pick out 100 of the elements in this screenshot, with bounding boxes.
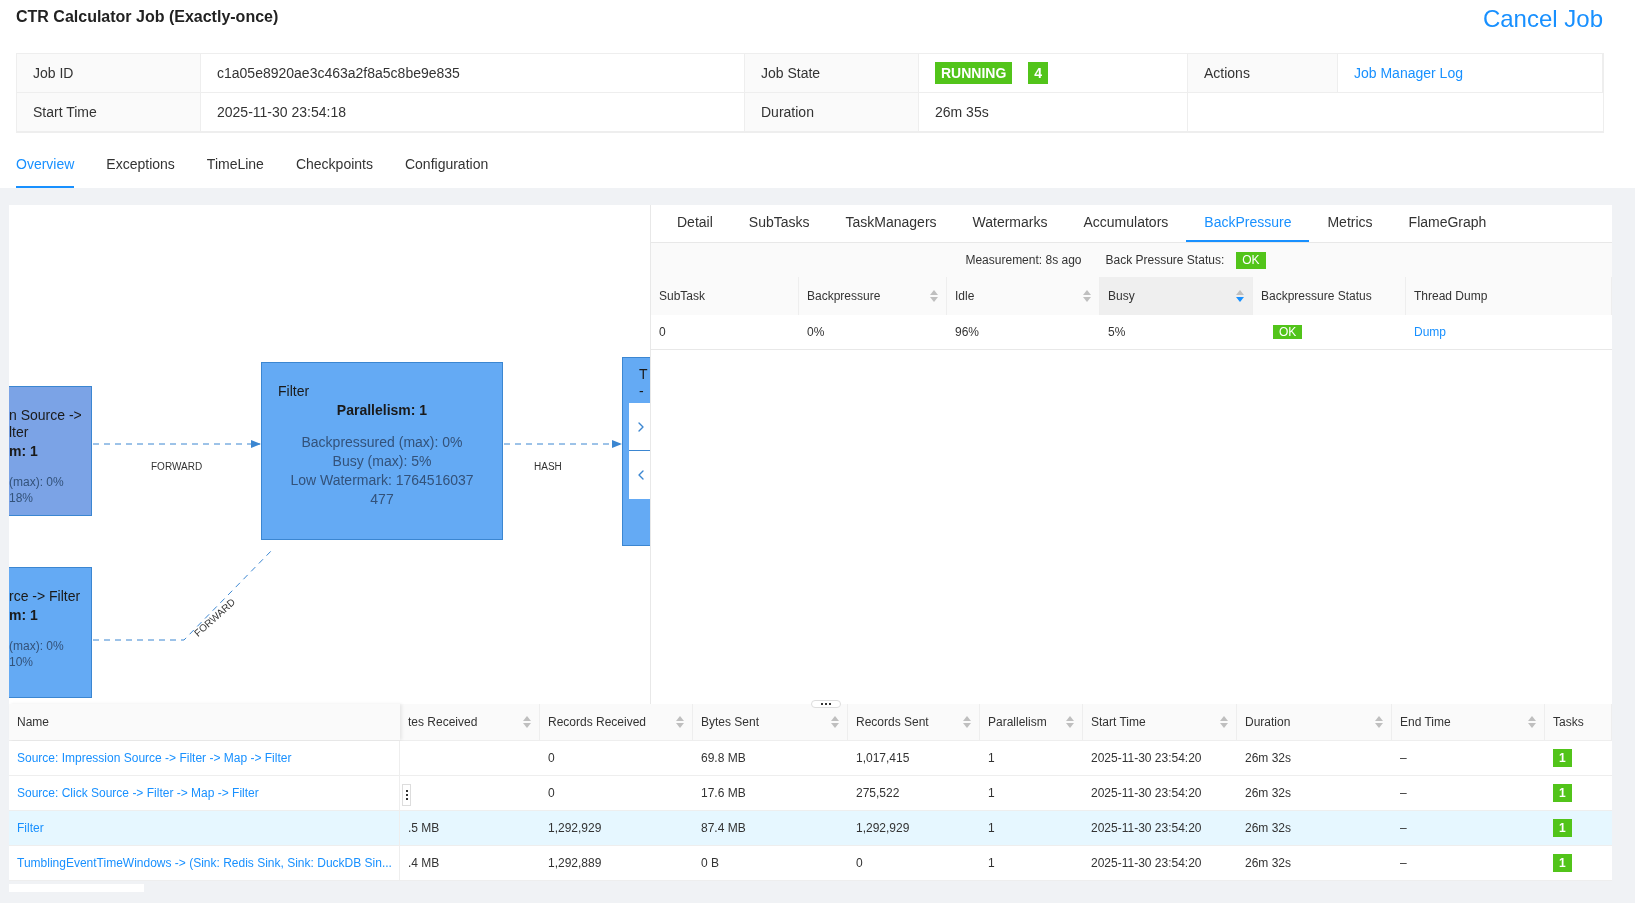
job-tab[interactable]: Checkpoints <box>295 154 373 188</box>
table-cell-text: 275,522 <box>856 785 900 802</box>
task-count-tag: 1 <box>1553 819 1572 837</box>
table-cell-text: 0 <box>548 785 555 802</box>
job-tab[interactable]: TimeLine <box>206 154 264 188</box>
column-header[interactable]: End Time <box>1392 704 1545 740</box>
table-cell-text: 1 <box>988 750 995 767</box>
node-title: T <box>639 366 649 383</box>
table-cell-text: 1,292,889 <box>548 855 602 872</box>
table-cell: 0 <box>659 325 666 339</box>
table-cell: 96% <box>955 325 980 339</box>
info-value: 26m 35s <box>935 102 989 122</box>
info-label: Job ID <box>33 63 74 83</box>
sort-icon[interactable] <box>930 290 938 302</box>
task-count-tag: 4 <box>1028 62 1049 84</box>
node-title: rce -> Filter <box>9 588 82 605</box>
table-cell-text: 0 B <box>701 855 719 872</box>
table-cell-text: 1 <box>988 855 995 872</box>
table-cell: 5% <box>1108 325 1126 339</box>
job-tab[interactable]: Exceptions <box>106 154 175 188</box>
table-cell-text: 1 <box>988 785 995 802</box>
node-metric: (max): 0% <box>9 474 65 490</box>
info-value: c1a05e8920ae3c463a2f8a5c8be9e835 <box>217 63 460 83</box>
sort-icon[interactable] <box>1083 290 1091 302</box>
job-title: CTR Calculator Job (Exactly-once) <box>16 7 279 27</box>
table-row[interactable]: Source: Click Source -> Filter -> Map -> Filter 0 17.6 MB 275,522 1 2025-11-30 23:54:20 26m 32s – 1 <box>9 776 1612 811</box>
detail-tab[interactable]: Accumulators <box>1065 205 1187 242</box>
column-header[interactable]: Parallelism <box>980 704 1083 740</box>
column-header[interactable]: Tasks <box>1545 704 1612 740</box>
graph-node[interactable]: Filter Parallelism: 1 Backpressured (max): 0% Busy (max): 5% Low Watermark: 1764516037 477 <box>261 362 503 540</box>
task-count-tag: 1 <box>1553 749 1572 767</box>
column-resize-handle[interactable] <box>402 784 411 806</box>
column-header[interactable]: tes Received <box>400 704 540 740</box>
sort-icon[interactable] <box>831 716 839 728</box>
status-label: Back Pressure Status: <box>1105 252 1225 269</box>
column-header[interactable]: Backpressure Status <box>1253 277 1406 315</box>
info-label: Actions <box>1204 63 1250 83</box>
table-cell-text: 1,292,929 <box>548 820 602 837</box>
column-header[interactable]: Records Received <box>540 704 693 740</box>
detail-tab[interactable]: FlameGraph <box>1390 205 1505 242</box>
info-value: 2025-11-30 23:54:18 <box>217 102 346 122</box>
node-metric: 18% <box>9 490 35 506</box>
task-count-tag: 1 <box>1553 784 1572 802</box>
node-metric: Backpressured (max): 0% <box>301 433 463 452</box>
detail-tab[interactable]: TaskManagers <box>827 205 955 242</box>
table-cell-text: 2025-11-30 23:54:20 <box>1091 820 1202 837</box>
table-cell-text: 2025-11-30 23:54:20 <box>1091 785 1202 802</box>
column-header[interactable]: Bytes Sent <box>693 704 848 740</box>
detail-tab[interactable]: SubTasks <box>730 205 828 242</box>
node-parallelism: m: 1 <box>9 442 39 461</box>
table-row[interactable]: Source: Impression Source -> Filter -> Map -> Filter 0 69.8 MB 1,017,415 1 2025-11-30 23:54:20 26m 32s – 1 <box>9 741 1612 776</box>
table-cell-text: – <box>1400 820 1407 837</box>
node-metric: 10% <box>9 654 35 670</box>
table-cell-text: 0 <box>548 750 555 767</box>
sort-icon[interactable] <box>676 716 684 728</box>
detail-tab[interactable]: Metrics <box>1309 205 1391 242</box>
sort-icon[interactable] <box>1375 716 1383 728</box>
sort-icon[interactable] <box>1220 716 1228 728</box>
table-cell-text: – <box>1400 855 1407 872</box>
table-cell-text: .5 MB <box>408 820 440 837</box>
node-metric: 477 <box>370 490 394 509</box>
column-header[interactable]: Backpressure <box>799 277 947 315</box>
column-header[interactable]: Duration <box>1237 704 1392 740</box>
table-cell-text: 87.4 MB <box>701 820 746 837</box>
table-cell-text: 26m 32s <box>1245 855 1292 872</box>
column-header[interactable]: Name <box>9 704 400 740</box>
edge-label: HASH <box>534 460 562 474</box>
status-tag: OK <box>1273 325 1303 339</box>
table-cell-text: 26m 32s <box>1245 820 1292 837</box>
node-parallelism: m: 1 <box>9 606 39 625</box>
sort-icon[interactable] <box>1236 290 1244 302</box>
column-header[interactable]: Busy <box>1100 277 1253 315</box>
sort-icon[interactable] <box>963 716 971 728</box>
sort-icon[interactable] <box>1528 716 1536 728</box>
status-tag: RUNNING <box>935 62 1013 84</box>
status-tag: OK <box>1236 251 1266 269</box>
graph-node[interactable]: n Source -> lter m: 1 (max): 0% 18% <box>9 386 92 516</box>
table-cell-text: 1,017,415 <box>856 750 910 767</box>
sort-icon[interactable] <box>1066 716 1074 728</box>
node-title: lter <box>9 424 30 441</box>
table-row[interactable]: TumblingEventTimeWindows -> (Sink: Redis Sink, Sink: DuckDB Sin... .4 MB 1,292,889 0 B 0 1 2025-11-30 23:54:20 26m 32s – 1 <box>9 846 1612 881</box>
table-cell-text: 2025-11-30 23:54:20 <box>1091 750 1202 767</box>
node-title: n Source -> <box>9 407 83 424</box>
node-parallelism: Parallelism: 1 <box>336 401 428 420</box>
table-row[interactable]: Filter .5 MB 1,292,929 87.4 MB 1,292,929 1 2025-11-30 23:54:20 26m 32s – 1 <box>9 811 1612 846</box>
graph-node[interactable]: rce -> Filter m: 1 (max): 0% 10% <box>9 567 92 698</box>
column-header[interactable]: Records Sent <box>848 704 980 740</box>
column-header[interactable]: Start Time <box>1083 704 1237 740</box>
table-cell-text: 1 <box>988 820 995 837</box>
table-cell-text: 17.6 MB <box>701 785 746 802</box>
detail-tab[interactable]: Watermarks <box>954 205 1066 242</box>
node-metric: Low Watermark: 1764516037 <box>290 471 474 490</box>
table-cell-text: 2025-11-30 23:54:20 <box>1091 855 1202 872</box>
column-header[interactable]: SubTask <box>651 277 799 315</box>
detail-tab[interactable]: Detail <box>659 205 731 242</box>
column-header[interactable]: Thread Dump <box>1406 277 1612 315</box>
table-cell-text: – <box>1400 785 1407 802</box>
sort-icon[interactable] <box>523 716 531 728</box>
node-metric: (max): 0% <box>9 638 65 654</box>
job-tab[interactable]: Configuration <box>404 154 489 188</box>
